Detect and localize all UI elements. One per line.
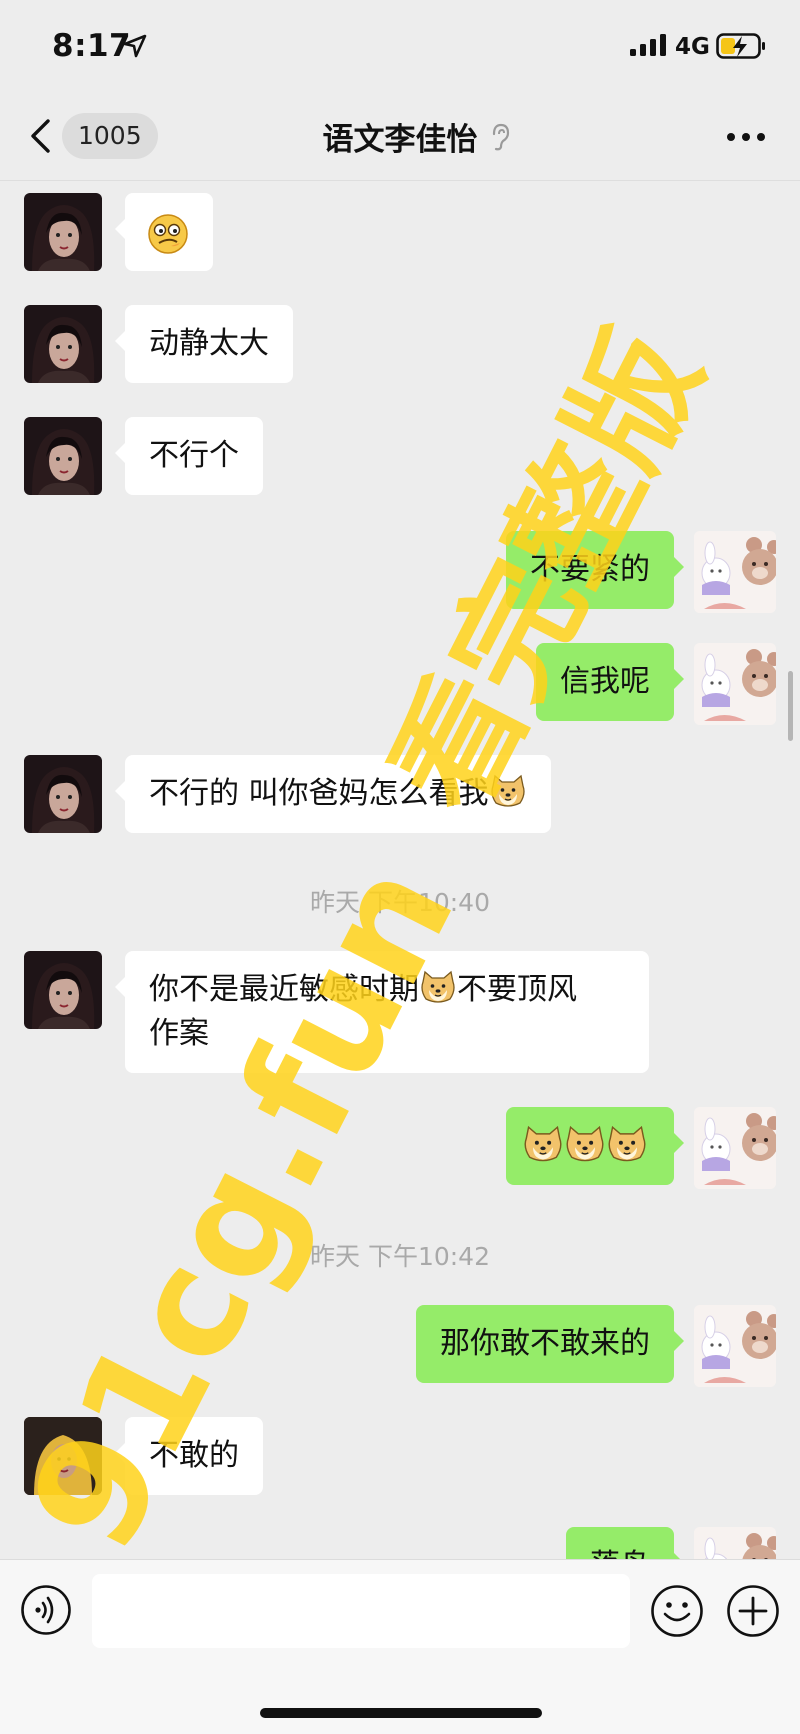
message-text: 不行个 xyxy=(149,438,239,473)
avatar-self[interactable] xyxy=(694,1107,776,1189)
message-text: 作案 xyxy=(149,1016,209,1051)
scrollbar[interactable] xyxy=(788,671,793,741)
message-input[interactable] xyxy=(92,1574,630,1648)
message-text: 信我呢 xyxy=(560,664,650,699)
home-indicator xyxy=(260,1708,542,1718)
message-list[interactable]: 动静太大 不行个 不要紧的 信我呢 不行的 叫你爸妈怎么看我 昨天 下午10:4… xyxy=(0,181,800,1559)
emoji-icon[interactable] xyxy=(650,1584,704,1638)
message-text: 落鸟 xyxy=(590,1548,650,1559)
message-text: 动静太大 xyxy=(149,326,269,361)
avatar[interactable] xyxy=(24,1417,102,1495)
doge-emoji-icon xyxy=(524,1126,562,1162)
message-bubble-self[interactable]: 那你敢不敢来的 xyxy=(416,1305,684,1383)
avatar-self[interactable] xyxy=(694,531,776,613)
message-bubble-self[interactable] xyxy=(506,1107,684,1185)
voice-icon[interactable] xyxy=(20,1584,72,1636)
chat-header: 1005 语文李佳怡 xyxy=(0,92,800,181)
avatar[interactable] xyxy=(24,755,102,833)
avatar[interactable] xyxy=(24,305,102,383)
battery-charging-icon xyxy=(716,33,765,59)
message-bubble[interactable] xyxy=(115,193,213,271)
doge-emoji-icon xyxy=(421,971,455,1003)
timestamp: 昨天 下午10:40 xyxy=(310,888,490,917)
message-text: 你不是最近敏感时期 xyxy=(149,972,419,1007)
avatar-self[interactable] xyxy=(694,1527,776,1559)
message-bubble[interactable]: 不敢的 xyxy=(115,1417,263,1495)
message-bubble-self[interactable]: 不要紧的 xyxy=(506,531,684,609)
avatar[interactable] xyxy=(24,951,102,1029)
avatar-self[interactable] xyxy=(694,643,776,725)
avatar-self[interactable] xyxy=(694,1305,776,1387)
message-text: 那你敢不敢来的 xyxy=(440,1326,650,1361)
message-text: 不敢的 xyxy=(149,1438,239,1473)
doge-emoji-icon xyxy=(490,775,525,807)
doge-emoji-icon xyxy=(608,1126,646,1162)
input-bar xyxy=(0,1559,800,1734)
ear-icon xyxy=(492,123,510,151)
avatar[interactable] xyxy=(24,417,102,495)
plus-icon[interactable] xyxy=(726,1584,780,1638)
message-bubble[interactable]: 你不是最近敏感时期 不要顶风作案 xyxy=(115,951,649,1073)
message-text: 不要顶风 xyxy=(457,972,577,1007)
message-bubble-self[interactable]: 信我呢 xyxy=(536,643,684,721)
message-bubble-self[interactable]: 落鸟 xyxy=(566,1527,684,1559)
message-bubble[interactable]: 不行的 叫你爸妈怎么看我 xyxy=(115,755,551,833)
chat-title: 语文李佳怡 xyxy=(322,122,478,158)
smirk-emoji-icon xyxy=(148,214,188,254)
message-bubble[interactable]: 不行个 xyxy=(115,417,263,495)
location-arrow-icon xyxy=(123,34,147,58)
message-text: 不行的 叫你爸妈怎么看我 xyxy=(149,776,489,811)
avatar[interactable] xyxy=(24,193,102,271)
doge-emoji-icon xyxy=(566,1126,604,1162)
more-icon[interactable] xyxy=(726,132,766,142)
avatar-portrait-icon xyxy=(24,1417,102,1495)
status-time: 8:17 xyxy=(52,28,132,64)
message-text: 不要紧的 xyxy=(530,552,650,587)
message-bubble[interactable]: 动静太大 xyxy=(115,305,293,383)
status-bar: 8:17 4G xyxy=(0,0,800,92)
timestamp: 昨天 下午10:42 xyxy=(310,1242,490,1271)
network-type: 4G xyxy=(675,34,710,60)
signal-icon xyxy=(630,34,666,56)
